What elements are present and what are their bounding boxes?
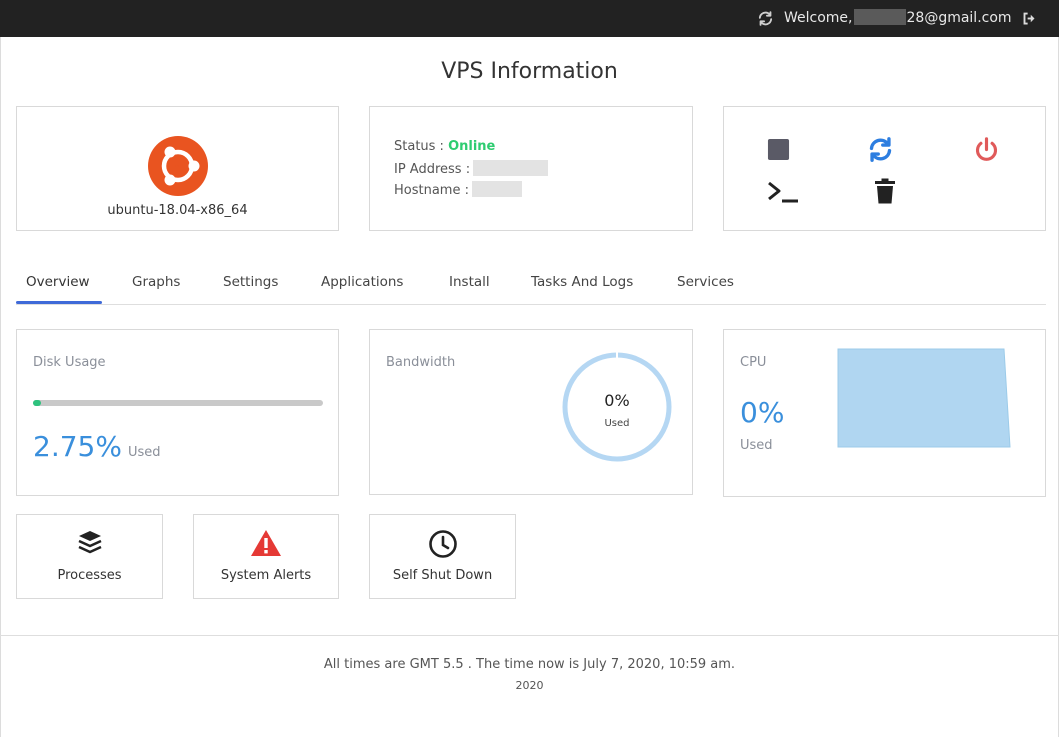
ubuntu-logo-icon [148,136,208,196]
footer-divider [0,635,1059,636]
tab-settings[interactable]: Settings [223,274,278,290]
terminal-icon[interactable] [766,180,800,204]
server-info-card: Status : Online IP Address : Hostname : [369,106,693,231]
hostname-label: Hostname : [394,183,469,198]
tab-graphs[interactable]: Graphs [132,274,180,290]
bandwidth-label: Bandwidth [386,355,456,370]
redacted-hostname [471,181,522,197]
status-label: Status : [394,139,444,154]
welcome-text: Welcome, 28@gmail.com [784,9,1012,26]
tab-services[interactable]: Services [677,274,734,290]
power-icon[interactable] [973,136,1000,163]
redacted-ip [473,160,549,176]
top-bar: Welcome, 28@gmail.com [0,0,1059,37]
trash-icon[interactable] [874,178,896,204]
disk-used-label: Used [127,445,161,460]
cpu-used-label: Used [740,438,773,453]
page-title: VPS Information [441,59,618,84]
stop-icon[interactable] [767,138,790,161]
clock-icon [428,530,457,558]
status-badge: Online [448,139,496,154]
tab-bar: Overview Graphs Settings Applications In… [16,265,1046,305]
layers-icon [77,531,102,554]
cpu-card: CPU 0% Used [723,329,1046,497]
disk-usage-label: Disk Usage [33,355,106,370]
tab-applications[interactable]: Applications [321,274,403,290]
system-alerts-button[interactable]: System Alerts [193,514,339,599]
welcome-prefix: Welcome, [784,10,853,26]
os-name: ubuntu-18.04-x86_64 [107,203,248,218]
restart-icon[interactable] [867,136,894,163]
footer-year: 2020 [515,679,544,692]
cpu-value: 0% [740,396,785,429]
active-tab-indicator [16,301,102,304]
disk-progress-bar [33,400,323,406]
bandwidth-value: 0% [604,391,630,410]
welcome-email: 28@gmail.com [906,10,1012,26]
disk-percent: 2.75% [33,430,122,463]
tab-tasks-and-logs[interactable]: Tasks And Logs [531,274,633,290]
warning-icon [251,530,281,556]
self-shut-down-label: Self Shut Down [392,568,493,583]
disk-usage-card: Disk Usage 2.75% Used [16,329,339,496]
processes-label: Processes [57,568,122,583]
os-card: ubuntu-18.04-x86_64 [16,106,339,231]
self-shut-down-button[interactable]: Self Shut Down [369,514,516,599]
redacted-email [853,9,906,25]
actions-card [723,106,1046,231]
disk-progress-fill [33,400,41,406]
status-row: Status : Online [394,139,495,154]
tab-install[interactable]: Install [449,274,490,290]
tab-overview[interactable]: Overview [26,274,90,290]
footer-time-text: All times are GMT 5.5 . The time now is … [323,657,736,672]
processes-button[interactable]: Processes [16,514,163,599]
bandwidth-used-label: Used [604,418,630,429]
system-alerts-label: System Alerts [220,568,312,583]
ip-row: IP Address : [394,160,549,177]
hostname-row: Hostname : [394,181,522,198]
frame-border-left [0,37,1,737]
cpu-graph [837,348,1011,448]
bandwidth-card: Bandwidth 0% Used [369,329,693,495]
ip-label: IP Address : [394,162,471,177]
refresh-icon[interactable] [757,10,774,27]
disk-usage-value: 2.75% Used [33,430,161,463]
cpu-label: CPU [740,355,767,370]
logout-icon[interactable] [1022,11,1037,26]
